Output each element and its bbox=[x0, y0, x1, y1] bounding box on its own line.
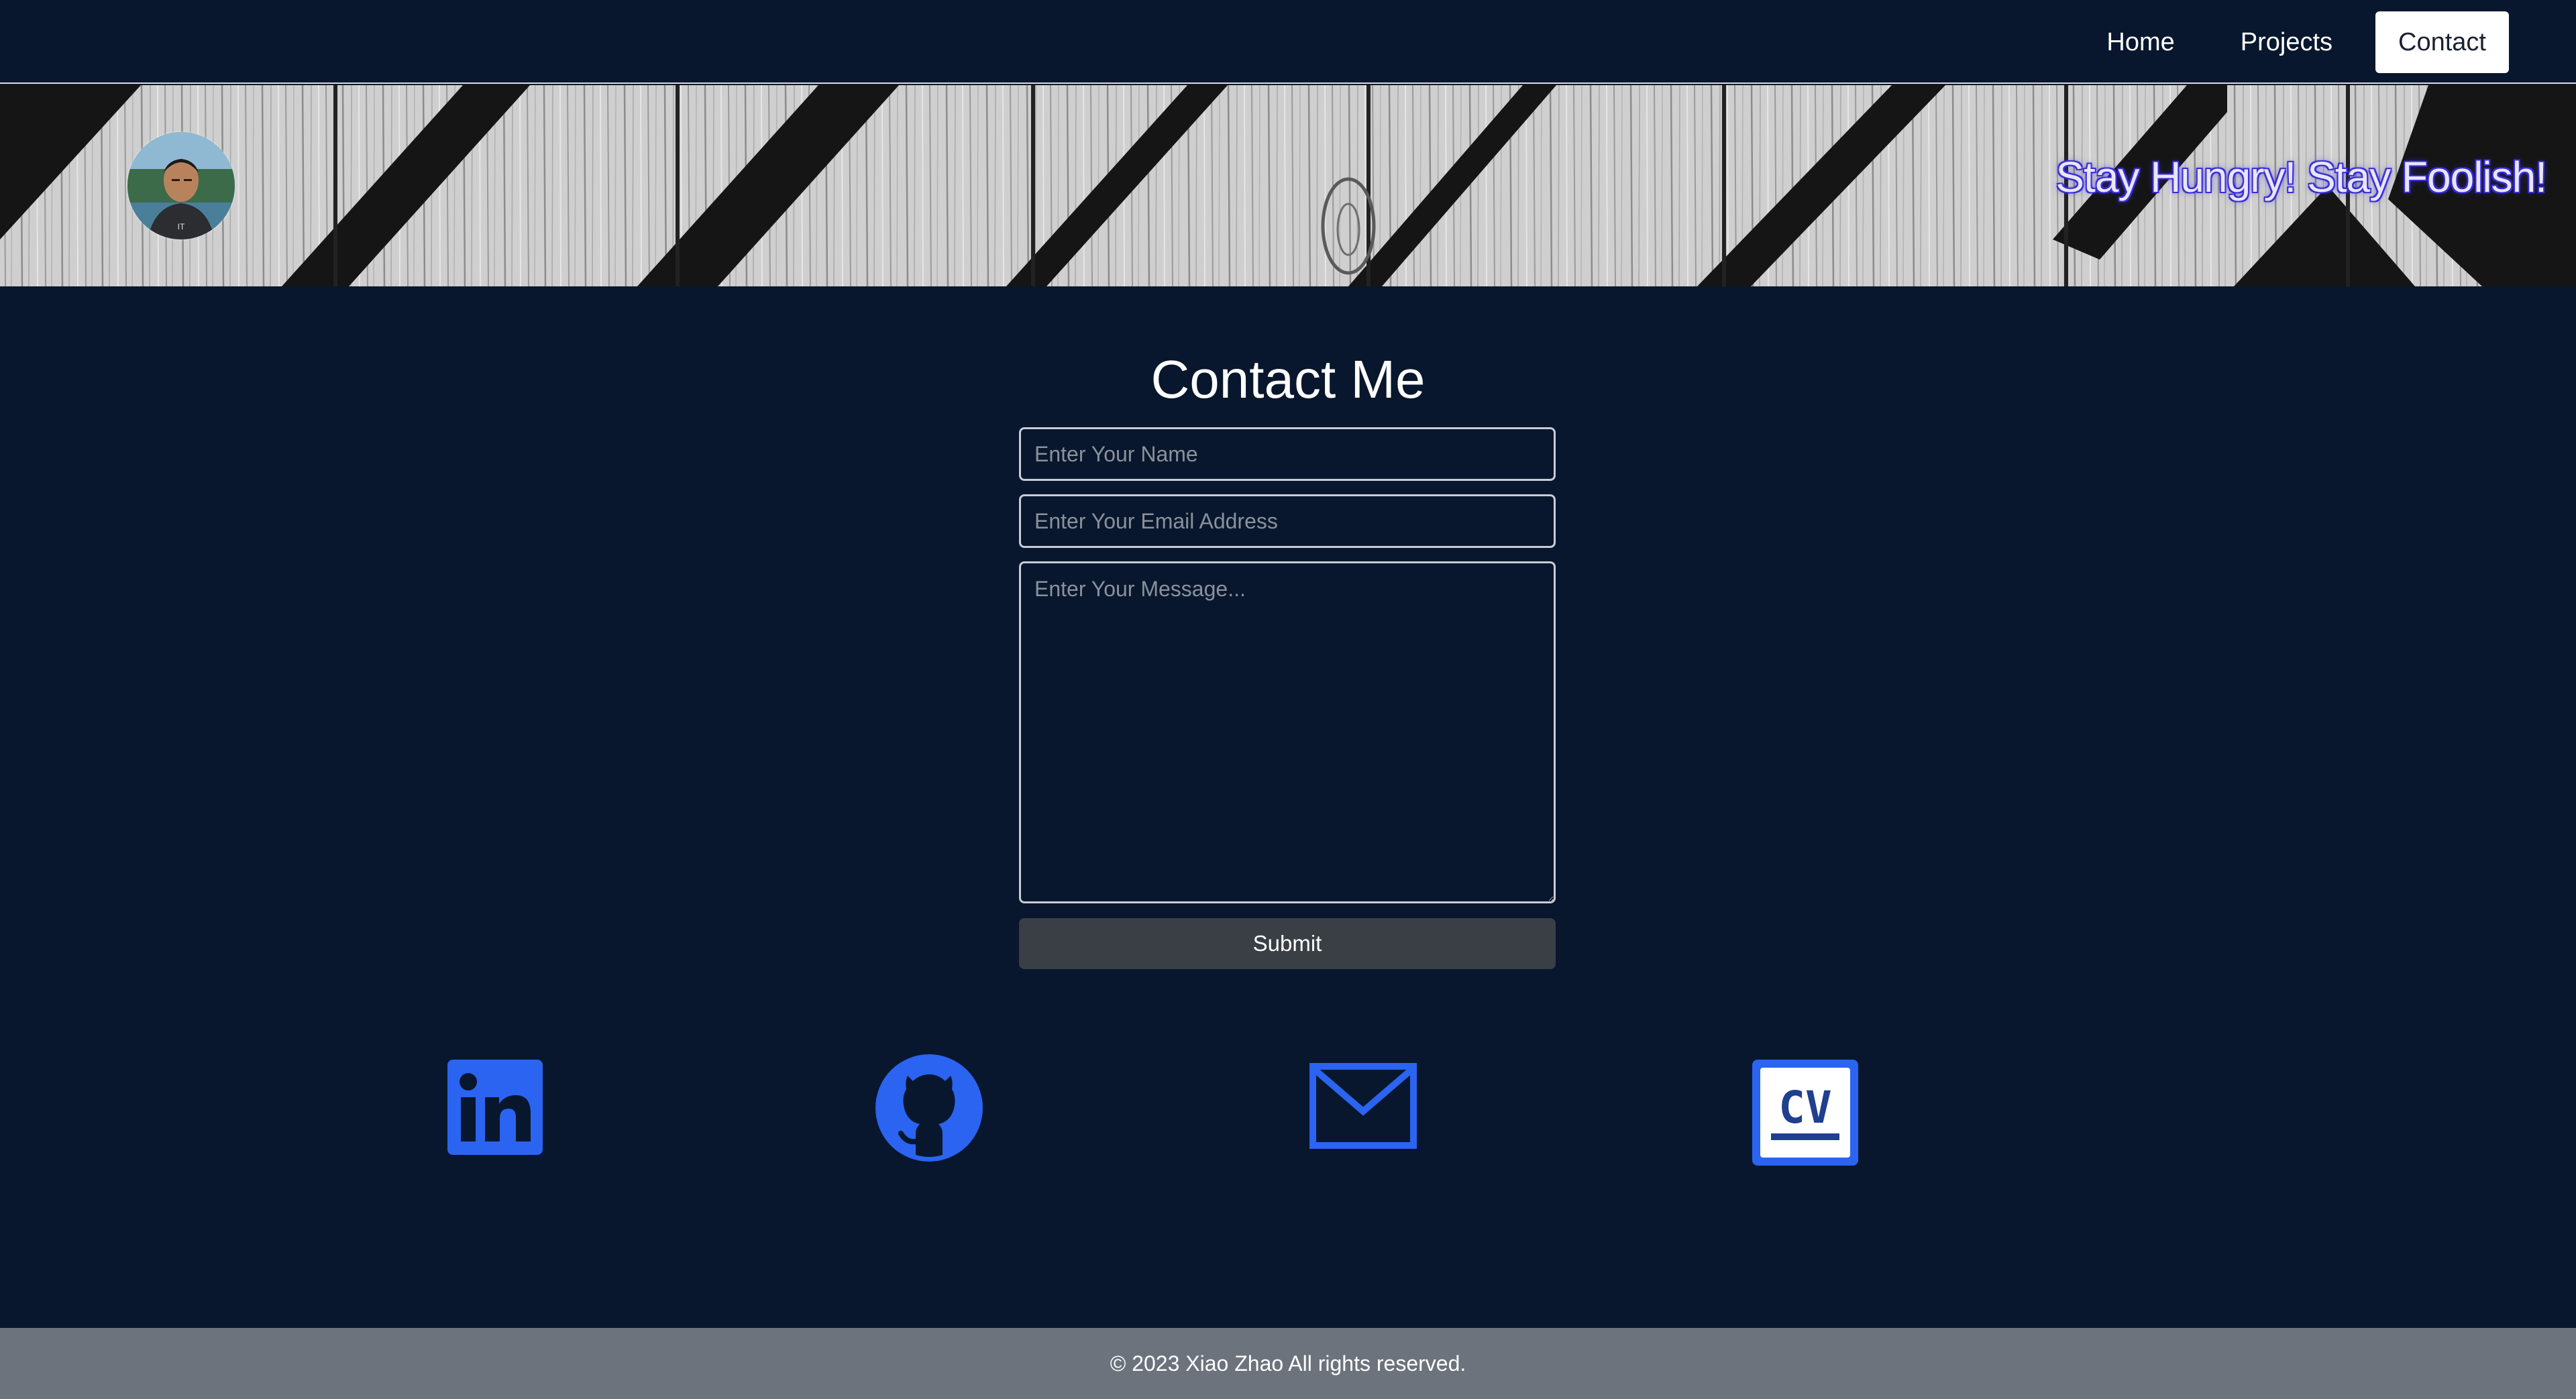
footer: © 2023 Xiao Zhao All rights reserved. bbox=[0, 1328, 2576, 1399]
header-banner: IT Stay Hungry! Stay Foolish! bbox=[0, 85, 2576, 286]
nav-home-link[interactable]: Home bbox=[2084, 11, 2197, 73]
avatar: IT bbox=[127, 132, 235, 239]
github-link[interactable] bbox=[875, 1054, 983, 1165]
email-icon bbox=[1309, 1063, 1417, 1149]
nav-links: Home Projects Contact bbox=[2063, 11, 2509, 73]
svg-text:IT: IT bbox=[178, 222, 185, 231]
page-title: Contact Me bbox=[1150, 349, 1426, 409]
nav-projects-link[interactable]: Projects bbox=[2218, 11, 2355, 73]
navbar: Home Projects Contact bbox=[0, 0, 2576, 84]
copyright-text: © 2023 Xiao Zhao All rights reserved. bbox=[1110, 1351, 1466, 1376]
cv-link[interactable]: CV bbox=[1751, 1058, 1860, 1170]
message-textarea[interactable] bbox=[1019, 561, 1556, 903]
cv-label: CV bbox=[1778, 1082, 1831, 1133]
nav-contact-link[interactable]: Contact bbox=[2375, 11, 2509, 73]
cv-icon: CV bbox=[1752, 1060, 1858, 1166]
submit-button[interactable]: Submit bbox=[1019, 918, 1556, 969]
email-link[interactable] bbox=[1309, 1063, 1417, 1152]
name-input[interactable] bbox=[1019, 427, 1556, 481]
linkedin-icon bbox=[447, 1060, 543, 1155]
banner-tagline: Stay Hungry! Stay Foolish! bbox=[2055, 153, 2547, 201]
contact-form: Submit bbox=[1019, 427, 1556, 969]
email-input[interactable] bbox=[1019, 494, 1556, 548]
profile-photo-icon: IT bbox=[127, 132, 235, 239]
linkedin-link[interactable] bbox=[447, 1060, 543, 1158]
github-icon bbox=[875, 1054, 983, 1162]
